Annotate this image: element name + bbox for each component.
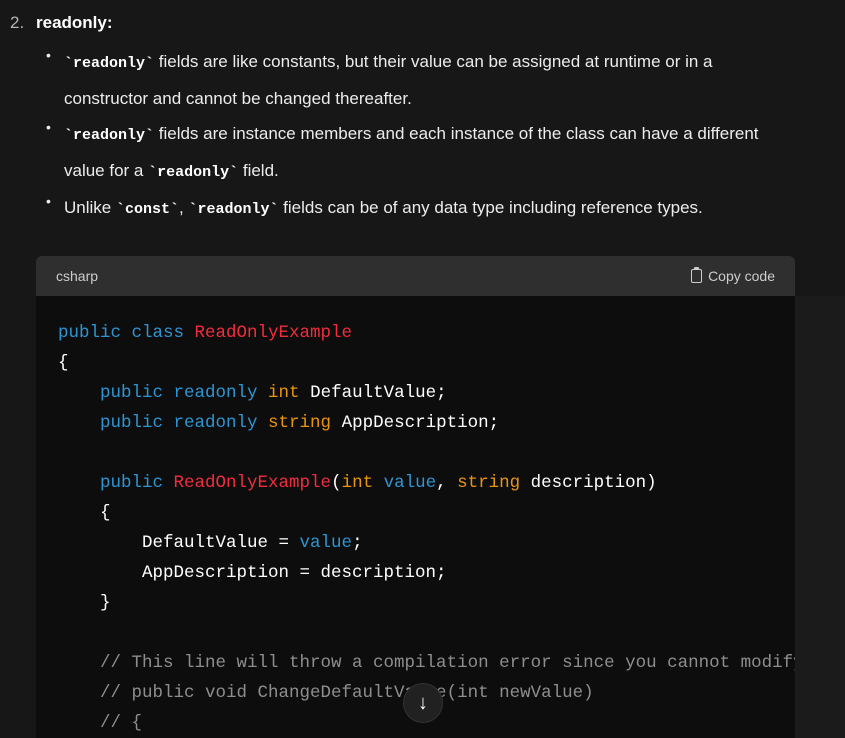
- copy-code-button[interactable]: Copy code: [691, 267, 775, 284]
- code-block-header: csharp Copy code: [36, 256, 795, 296]
- code-line: public class ReadOnlyExample: [58, 318, 773, 348]
- code-token: public class: [58, 323, 195, 343]
- code-token: public readonly: [100, 413, 269, 433]
- code-line: public readonly string AppDescription;: [58, 408, 773, 438]
- section-heading: readonly:: [36, 13, 113, 32]
- inline-code: `readonly`: [148, 164, 239, 181]
- list-item: `readonly` fields are instance members a…: [46, 110, 794, 190]
- code-line: public readonly int DefaultValue;: [58, 378, 773, 408]
- code-content[interactable]: public class ReadOnlyExample { public rea…: [36, 296, 795, 738]
- code-token: {: [58, 353, 69, 373]
- code-token: AppDescription;: [341, 413, 500, 433]
- code-line: DefaultValue = value;: [58, 528, 773, 558]
- code-token: string: [457, 473, 531, 493]
- inline-code: `readonly`: [64, 127, 155, 144]
- code-scroll-area: [795, 296, 845, 738]
- code-token: public readonly: [100, 383, 269, 403]
- copy-code-label: Copy code: [708, 268, 775, 284]
- code-token: ReadOnlyExample: [194, 323, 353, 343]
- code-token: DefaultValue =: [58, 533, 300, 553]
- scroll-down-button[interactable]: ↓: [403, 683, 443, 723]
- code-token: (: [331, 473, 342, 493]
- inline-code: `readonly`: [64, 55, 155, 72]
- bullet-text: Unlike: [64, 198, 116, 217]
- code-token: ReadOnlyExample: [173, 473, 332, 493]
- code-token: DefaultValue;: [310, 383, 447, 403]
- code-token: value: [383, 473, 437, 493]
- bullet-text: field.: [238, 161, 279, 180]
- code-line: }: [58, 588, 773, 618]
- code-token: {: [58, 503, 111, 523]
- code-line: {: [58, 498, 773, 528]
- code-language: csharp: [56, 268, 99, 284]
- bullet-list: `readonly` fields are like constants, bu…: [46, 38, 794, 227]
- code-token: AppDescription = description;: [58, 563, 447, 583]
- code-token: ;: [352, 533, 363, 553]
- bullet-text: fields are like constants, but their val…: [64, 52, 713, 108]
- code-block: csharp Copy code public class ReadOnlyEx…: [36, 256, 795, 738]
- code-token: value: [299, 533, 353, 553]
- code-token: }: [58, 593, 111, 613]
- code-token: // public void ChangeDefaultValue(int ne…: [58, 683, 594, 703]
- inline-code: `const`: [115, 201, 179, 218]
- code-token: int: [268, 383, 311, 403]
- code-line: {: [58, 348, 773, 378]
- list-item: Unlike `const`, `readonly` fields can be…: [46, 184, 794, 227]
- code-token: public: [100, 473, 174, 493]
- code-line: // This line will throw a compilation er…: [58, 648, 795, 678]
- clipboard-icon: [691, 267, 703, 283]
- inline-code: `readonly`: [188, 201, 279, 218]
- list-number: 2.: [10, 13, 25, 32]
- code-token: description): [530, 473, 657, 493]
- code-token: // This line will throw a compilation er…: [100, 653, 795, 673]
- code-token: // {: [58, 713, 143, 733]
- code-line: AppDescription = description;: [58, 558, 773, 588]
- code-line: public ReadOnlyExample(int value, string…: [58, 468, 773, 498]
- code-token: string: [268, 413, 342, 433]
- arrow-down-icon: ↓: [418, 691, 428, 714]
- list-item: `readonly` fields are like constants, bu…: [46, 38, 794, 116]
- bullet-text: fields can be of any data type including…: [278, 198, 703, 217]
- code-token: ,: [436, 473, 458, 493]
- code-token: int: [341, 473, 384, 493]
